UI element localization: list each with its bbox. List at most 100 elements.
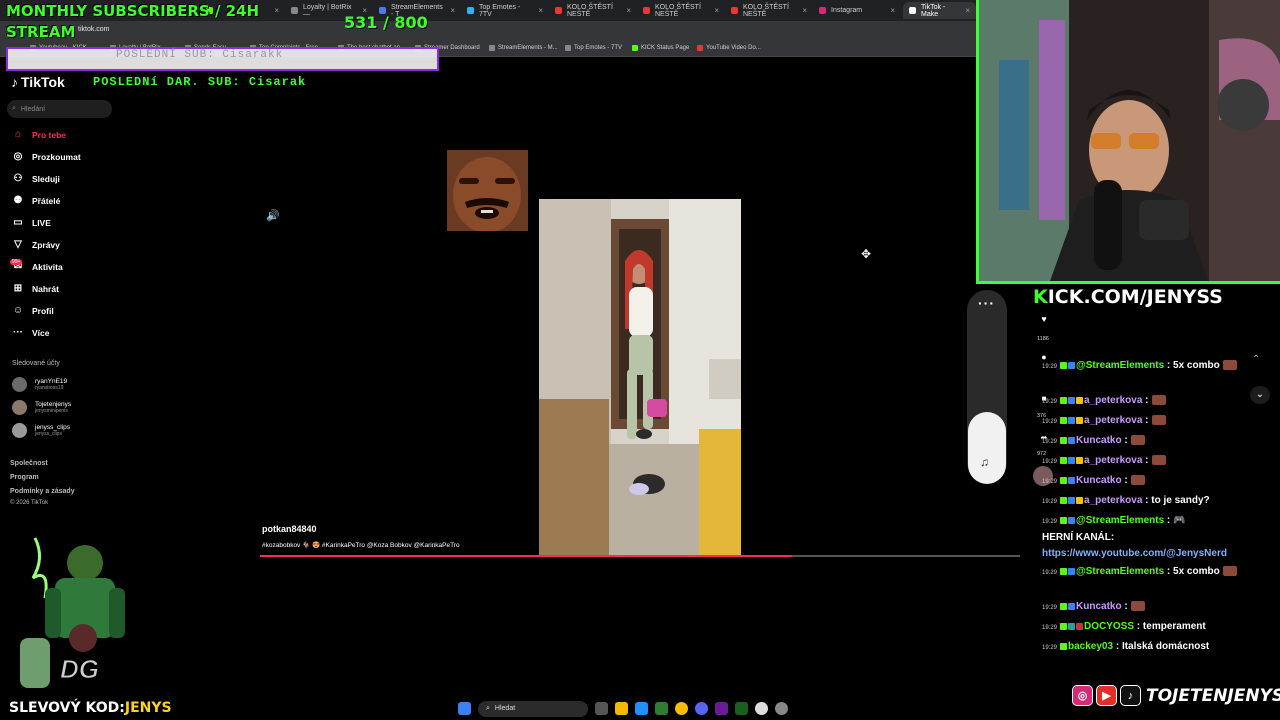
browser-tab[interactable]: KOLO ŠTĚSTÍ NEŠTĚ ×: [549, 2, 637, 19]
badge-icon: [1060, 622, 1068, 630]
bookmark-item[interactable]: StreamElements - M...: [489, 45, 558, 51]
browser-tab-active[interactable]: TikTok - Make ×: [903, 2, 976, 19]
booster-mascot-picture: DG: [20, 537, 125, 688]
close-icon[interactable]: ×: [802, 6, 807, 15]
chat-message: 19:29 @StreamElements : 5x combo: [1042, 358, 1274, 375]
social-handle: TOJETENJENYS: [1146, 685, 1280, 706]
emote-icon: [1222, 566, 1237, 577]
video-player[interactable]: [539, 199, 741, 556]
sound-toggle[interactable]: [968, 412, 1006, 484]
bookmark-icon: [632, 45, 638, 51]
tiktok-icon: ♪: [1120, 685, 1141, 706]
emote-icon: 🎮: [1173, 515, 1186, 526]
close-icon[interactable]: ×: [965, 6, 970, 15]
emote-icon: [1130, 601, 1145, 612]
app-icon[interactable]: [715, 702, 728, 715]
emote-icon: [1151, 415, 1166, 426]
discount-code-banner: SLEVOVÝ KOD:JENYS: [9, 700, 172, 716]
close-icon[interactable]: ×: [890, 6, 895, 15]
bookmark-item[interactable]: YouTube Video Do...: [697, 45, 761, 51]
browser-tab[interactable]: Instagram ×: [813, 2, 901, 19]
home-icon: ⌂: [14, 129, 22, 140]
windows-taskbar: ⌕ Hledat: [458, 697, 828, 720]
chat-message: 19:29 @StreamElements : 🎮 HERNÍ KANÁL: http…: [1042, 515, 1227, 559]
nav-pro-tebe[interactable]: ⌂ Pro tebe: [12, 129, 66, 140]
badge-icon: [1068, 476, 1076, 484]
close-icon[interactable]: ×: [538, 6, 543, 15]
tiktok-icon: [909, 7, 916, 14]
chat-link[interactable]: https://www.youtube.com/@JenysNerd: [1042, 548, 1227, 559]
mouse-cursor-icon: ✥: [861, 247, 872, 261]
wheel-icon: [643, 7, 650, 14]
discord-icon[interactable]: [695, 702, 708, 715]
video-description[interactable]: #kozabobkov 🐐 😍 #KarinkaPeTro @Koza Bobk…: [262, 541, 460, 549]
webcam-feed: [976, 0, 1280, 284]
instagram-icon: [819, 7, 826, 14]
booster-mascot-image: DG: [15, 528, 150, 693]
app-icon[interactable]: [735, 702, 748, 715]
wheel-icon: [731, 7, 738, 14]
footer-link[interactable]: Společnost: [10, 460, 48, 467]
nav-profil[interactable]: ☺ Profil: [12, 305, 54, 316]
close-icon[interactable]: ×: [714, 6, 719, 15]
search-input[interactable]: ⌕ Hledání: [7, 100, 112, 118]
nav-vice[interactable]: ··· Více: [12, 327, 50, 338]
more-options-icon[interactable]: ···: [978, 295, 995, 311]
upload-icon: ⊞: [13, 283, 23, 294]
instagram-icon: ◎: [1072, 685, 1093, 706]
browser-tab[interactable]: Top Emotes - 7TV ×: [461, 2, 549, 19]
activity-badge: 99+: [10, 259, 23, 265]
browser-tab[interactable]: KOLO ŠTĚSTÍ NEŠTĚ ×: [637, 2, 725, 19]
tiktok-logo[interactable]: ♪ TikTok: [11, 74, 65, 90]
avatar: [12, 377, 27, 392]
file-explorer-icon[interactable]: [615, 702, 628, 715]
footer-link[interactable]: Program: [10, 474, 39, 481]
monthly-subs-title: MONTHLY SUBSCRIBERS / 24H STREAM: [6, 2, 260, 41]
edge-icon[interactable]: [635, 702, 648, 715]
more-icon: ···: [13, 327, 23, 338]
followed-account[interactable]: jenyss_clips jenyss_clips: [12, 423, 70, 438]
nav-prozkoumat[interactable]: ◎ Prozkoumat: [12, 151, 81, 162]
badge-icon: [1068, 602, 1076, 610]
like-icon[interactable]: ♥: [1037, 314, 1051, 324]
chrome-icon[interactable]: [675, 702, 688, 715]
chrome-icon[interactable]: [755, 702, 768, 715]
footer-link[interactable]: Podmínky a zásady: [10, 488, 75, 495]
task-view-icon[interactable]: [595, 702, 608, 715]
nav-pratele[interactable]: ⚉ Přátelé: [12, 195, 61, 206]
kick-channel-url: KICK.COM/JENYSS: [1033, 286, 1223, 308]
send-icon: ▽: [14, 239, 22, 250]
windows-start-icon[interactable]: [458, 702, 471, 715]
7tv-icon: [467, 7, 474, 14]
bookmark-item[interactable]: KICK Status Page: [632, 45, 689, 51]
obs-icon[interactable]: [775, 702, 788, 715]
nav-live[interactable]: ▭ LIVE: [12, 217, 51, 228]
bookmark-item[interactable]: Top Emotes - 7TV: [565, 45, 622, 51]
wheel-icon: [555, 7, 562, 14]
like-count: 1186: [1037, 336, 1049, 342]
video-progress-bar[interactable]: [260, 555, 1020, 557]
webcam-picture: [979, 0, 1280, 281]
video-username[interactable]: potkan84840: [262, 524, 317, 534]
bookmark-icon: [565, 45, 571, 51]
chat-message: 19:29 a_peterkova :: [1042, 413, 1274, 430]
last-sub-text: POSLEDNÍ SUB: Cisarakk: [116, 49, 284, 61]
badge-icon: [1060, 602, 1068, 610]
close-icon[interactable]: ×: [626, 6, 631, 15]
nav-zpravy[interactable]: ▽ Zprávy: [12, 239, 60, 250]
nav-nahrat[interactable]: ⊞ Nahrát: [12, 283, 59, 294]
badge-icon: [1060, 476, 1068, 484]
store-icon[interactable]: [655, 702, 668, 715]
svg-text:DG: DG: [60, 654, 99, 684]
browser-tab[interactable]: KOLO ŠTĚSTÍ NEŠTĚ ×: [725, 2, 813, 19]
video-progress-fill: [260, 555, 792, 557]
taskbar-search[interactable]: ⌕ Hledat: [478, 700, 588, 717]
close-icon[interactable]: ×: [450, 6, 455, 15]
chat-message: 19:29 a_peterkova :: [1042, 393, 1274, 410]
followed-account[interactable]: ryanYnE19 ryansboss19: [12, 377, 67, 392]
last-sub-banner: POSLEDNÍ SUB: Cisarakk: [6, 47, 439, 71]
profile-icon: ☺: [12, 305, 24, 316]
volume-icon[interactable]: 🔊: [266, 209, 280, 222]
followed-account[interactable]: Tojetenjenys jenysminipenis: [12, 400, 71, 415]
nav-sleduji[interactable]: ⚇ Sleduji: [12, 173, 60, 184]
